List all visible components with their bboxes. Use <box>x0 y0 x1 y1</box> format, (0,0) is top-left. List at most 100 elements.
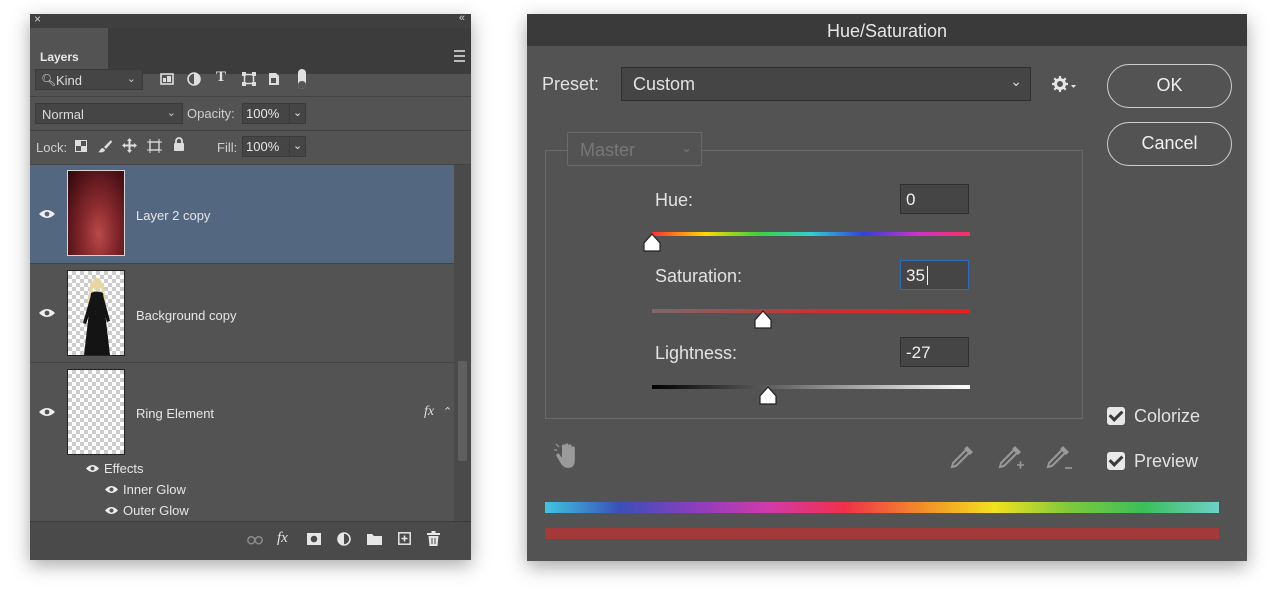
visibility-eye-icon[interactable] <box>39 308 55 318</box>
layer-row[interactable]: Background copy <box>30 264 454 363</box>
link-layers-icon[interactable] <box>247 536 263 545</box>
panel-menu-icon[interactable] <box>454 50 465 62</box>
channel-value: Master <box>580 140 636 160</box>
lightness-slider-thumb[interactable] <box>758 386 778 406</box>
subtract-from-sample-eyedropper-icon[interactable] <box>1045 444 1073 472</box>
lock-all-icon[interactable] <box>173 137 185 152</box>
colorize-label[interactable]: Colorize <box>1134 406 1200 427</box>
new-group-folder-icon[interactable] <box>367 533 382 545</box>
ok-button[interactable]: OK <box>1107 64 1232 108</box>
lock-artboard-icon[interactable] <box>147 139 162 153</box>
filter-toggle-knob <box>298 81 306 89</box>
eyedropper-icon[interactable] <box>949 444 975 470</box>
effect-eye-icon[interactable] <box>105 506 118 515</box>
chevron-down-icon: ⌄ <box>293 107 303 119</box>
layer-thumbnail[interactable] <box>67 369 125 455</box>
saturation-input[interactable]: 35 <box>900 260 969 290</box>
preset-options-gear-icon[interactable] <box>1052 76 1076 92</box>
lightness-label: Lightness: <box>655 343 738 363</box>
lock-label: Lock: <box>36 140 68 155</box>
filter-kind-label: Kind <box>56 73 83 88</box>
layer-thumbnail[interactable] <box>67 270 125 356</box>
hue-slider-thumb[interactable] <box>642 233 662 253</box>
add-to-sample-eyedropper-icon[interactable] <box>997 444 1025 472</box>
opacity-dropdown[interactable]: ⌄ <box>289 103 306 124</box>
layers-scrollbar[interactable] <box>454 165 471 521</box>
visibility-eye-icon[interactable] <box>39 209 55 219</box>
lightness-slider-track[interactable] <box>652 385 970 389</box>
lightness-value: -27 <box>906 343 931 362</box>
layer-name[interactable]: Layer 2 copy <box>136 208 210 223</box>
preview-checkbox[interactable] <box>1107 452 1125 470</box>
chevron-down-icon: ⌄ <box>126 73 136 85</box>
filter-toggle-switch[interactable] <box>298 69 306 89</box>
channel-dropdown[interactable]: Master ⌄ <box>567 132 702 166</box>
hue-saturation-dialog: Hue/Saturation Preset: Custom ⌄ OK Cance… <box>527 14 1247 561</box>
lightness-input[interactable]: -27 <box>900 337 969 367</box>
effect-item[interactable]: Inner Glow <box>123 482 186 497</box>
visibility-eye-icon[interactable] <box>39 407 55 417</box>
hue-input[interactable]: 0 <box>900 184 969 214</box>
effects-label[interactable]: Effects <box>104 461 144 476</box>
effect-eye-icon[interactable] <box>105 485 118 494</box>
fill-dropdown[interactable]: ⌄ <box>289 136 306 157</box>
add-mask-icon[interactable] <box>307 533 321 545</box>
new-adjustment-layer-icon[interactable] <box>337 532 351 546</box>
panel-title-strip: × « <box>30 12 471 28</box>
targeted-adjustment-hand-icon[interactable] <box>554 442 580 470</box>
text-cursor <box>927 266 928 285</box>
tab-layers[interactable]: Layers <box>30 28 108 74</box>
dialog-title-bar[interactable]: Hue/Saturation <box>527 14 1247 46</box>
layer-name[interactable]: Ring Element <box>136 406 214 421</box>
person-figure-image <box>83 278 110 355</box>
opacity-value: 100% <box>246 106 280 121</box>
lock-move-icon[interactable] <box>122 138 137 153</box>
hue-value: 0 <box>906 190 916 209</box>
layer-row[interactable]: Layer 2 copy <box>30 165 454 264</box>
effect-item[interactable]: Outer Glow <box>123 503 189 518</box>
collapse-effects-chevron-icon[interactable]: ⌃ <box>443 405 452 418</box>
divider <box>30 130 471 131</box>
layer-name[interactable]: Background copy <box>136 308 236 323</box>
add-layer-style-fx-icon[interactable]: fx <box>277 530 288 547</box>
cancel-button[interactable]: Cancel <box>1107 122 1232 166</box>
lock-brush-icon[interactable] <box>98 139 112 153</box>
blend-mode-dropdown[interactable]: Normal ⌄ <box>35 103 183 124</box>
layer-thumbnail[interactable] <box>67 170 125 256</box>
effects-eye-icon[interactable] <box>86 464 99 473</box>
saturation-label: Saturation: <box>655 266 743 286</box>
layer-row[interactable]: Ring Element fx ⌃ Effects Inner Glow Out… <box>30 363 454 521</box>
output-color-bar <box>545 528 1219 539</box>
preview-label[interactable]: Preview <box>1134 451 1198 472</box>
filter-shape-icon[interactable] <box>242 72 256 86</box>
chevron-down-icon: ⌄ <box>681 140 692 155</box>
layers-panel: × « Layers 🔍︎ Kind ⌄ T Normal ⌄ Opacity:… <box>30 12 471 560</box>
layer-effects-fx-icon[interactable]: fx <box>424 404 434 420</box>
scrollbar-thumb[interactable] <box>458 361 467 461</box>
saturation-slider-track[interactable] <box>652 309 970 313</box>
colorize-checkbox[interactable] <box>1107 407 1125 425</box>
adjustment-group-box <box>545 150 1083 419</box>
filter-pixel-icon[interactable] <box>160 73 174 85</box>
filter-smart-object-icon[interactable] <box>268 72 280 86</box>
fill-label: Fill: <box>217 140 238 155</box>
filter-kind-dropdown[interactable]: 🔍︎ Kind ⌄ <box>35 69 143 90</box>
saturation-slider-thumb[interactable] <box>753 310 773 330</box>
preset-dropdown[interactable]: Custom ⌄ <box>621 67 1031 101</box>
new-layer-icon[interactable] <box>398 532 411 545</box>
hue-label: Hue: <box>655 190 694 210</box>
chevron-down-icon: ⌄ <box>166 107 176 119</box>
collapse-panel-icon[interactable]: « <box>459 12 465 24</box>
filter-adjustment-icon[interactable] <box>187 72 201 86</box>
filter-type-icon[interactable]: T <box>216 69 226 86</box>
tab-layers-label: Layers <box>40 50 79 64</box>
dialog-title: Hue/Saturation <box>826 21 948 41</box>
preset-label: Preset: <box>542 74 600 94</box>
delete-layer-trash-icon[interactable] <box>427 531 440 546</box>
close-panel-icon[interactable]: × <box>34 12 41 26</box>
cancel-button-label: Cancel <box>1141 133 1198 153</box>
hue-slider-track[interactable] <box>652 232 970 236</box>
saturation-value: 35 <box>906 266 925 285</box>
layers-list: Layer 2 copy Background copy Ring Elemen… <box>30 165 454 521</box>
lock-transparent-icon[interactable] <box>75 140 87 152</box>
